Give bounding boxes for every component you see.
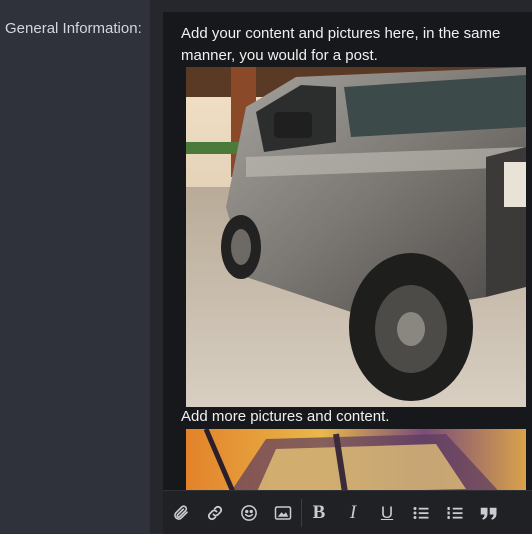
quote-icon[interactable] — [478, 502, 500, 524]
label-column: General Information: — [0, 0, 150, 533]
truck-photo[interactable] — [186, 67, 526, 407]
toolbar-separator — [301, 499, 302, 527]
numbered-list-icon[interactable] — [444, 502, 466, 524]
field-label: General Information: — [5, 20, 142, 37]
underline-icon[interactable]: U — [376, 502, 398, 524]
link-icon[interactable] — [204, 502, 226, 524]
emoji-icon[interactable] — [238, 502, 260, 524]
attach-icon[interactable] — [170, 502, 192, 524]
bullet-list-icon[interactable] — [410, 502, 432, 524]
image-icon[interactable] — [272, 502, 294, 524]
editor-paragraph: Add your content and pictures here, in t… — [181, 25, 501, 64]
editor-content-area[interactable]: Add your content and pictures here, in t… — [163, 12, 532, 490]
truck-interior-photo[interactable] — [186, 429, 526, 490]
rich-text-editor: Add your content and pictures here, in t… — [150, 0, 532, 534]
bold-icon[interactable]: B — [308, 502, 330, 524]
editor-toolbar: B I U — [163, 490, 532, 534]
italic-icon[interactable]: I — [342, 502, 364, 524]
editor-paragraph: Add more pictures and content. — [181, 408, 390, 425]
